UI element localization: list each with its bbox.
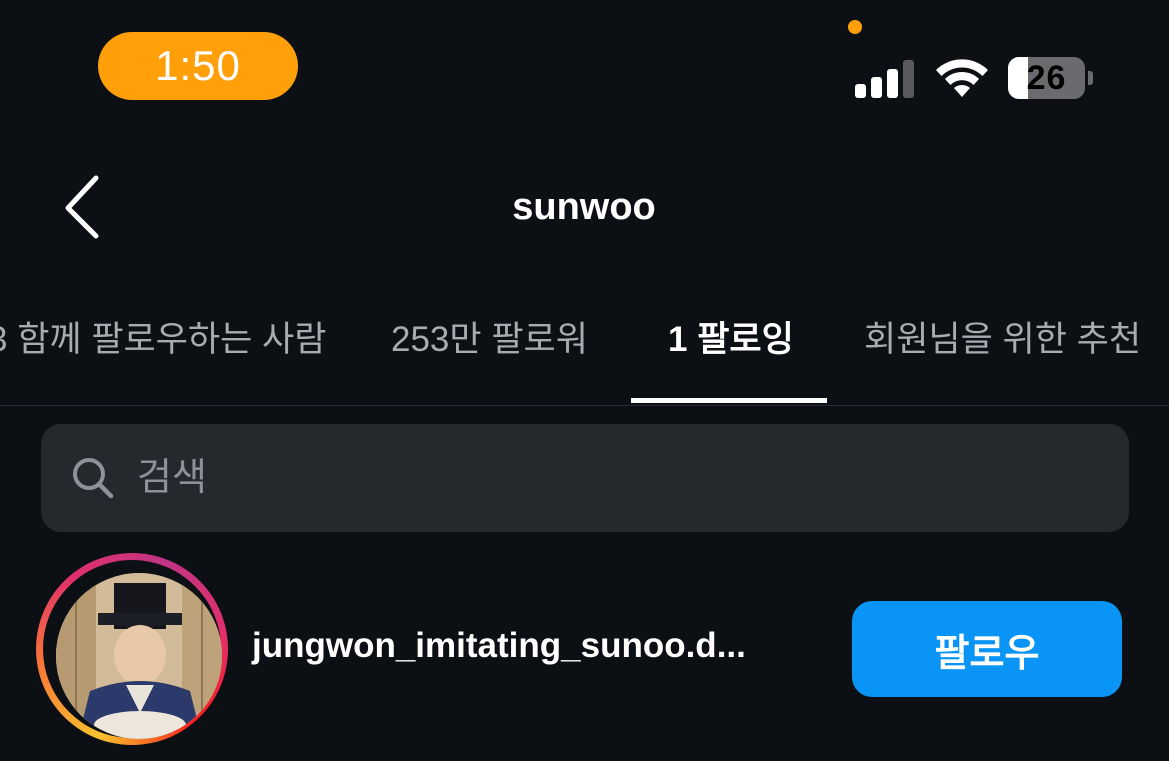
tab-following[interactable]: 1 팔로잉	[668, 314, 794, 366]
search-bar[interactable]	[41, 424, 1129, 532]
battery-level: 26	[1026, 58, 1067, 97]
page-title: sunwoo	[512, 186, 656, 228]
following-screen: 1:50 26 sunwoo 3 함께 팔로우하는 사람 253만 팔로워 1 …	[0, 0, 1169, 761]
status-time[interactable]: 1:50	[98, 32, 298, 100]
active-tab-indicator	[631, 398, 827, 403]
avatar	[56, 573, 222, 739]
avatar-image	[56, 573, 222, 739]
tab-bar: 3 함께 팔로우하는 사람 253만 팔로워 1 팔로잉 회원님을 위한 추천	[0, 300, 1169, 406]
signal-icon	[855, 58, 915, 98]
back-button[interactable]	[52, 170, 122, 246]
tab-mutual-followers[interactable]: 3 함께 팔로우하는 사람	[0, 314, 326, 366]
search-icon	[73, 458, 114, 499]
wifi-icon	[936, 59, 988, 97]
list-item[interactable]: jungwon_imitating_sunoo.d... 팔로우	[0, 550, 1169, 750]
username[interactable]: jungwon_imitating_sunoo.d...	[252, 626, 812, 676]
follow-button[interactable]: 팔로우	[852, 601, 1122, 697]
story-ring[interactable]	[36, 553, 228, 745]
tab-followers[interactable]: 253만 팔로워	[391, 314, 588, 366]
chevron-left-icon	[65, 175, 99, 239]
privacy-indicator-dot	[848, 20, 862, 34]
status-bar: 1:50 26	[0, 0, 1169, 120]
search-input[interactable]	[137, 446, 1097, 510]
battery-icon: 26	[1008, 57, 1093, 99]
tab-suggested[interactable]: 회원님을 위한 추천	[864, 314, 1141, 366]
